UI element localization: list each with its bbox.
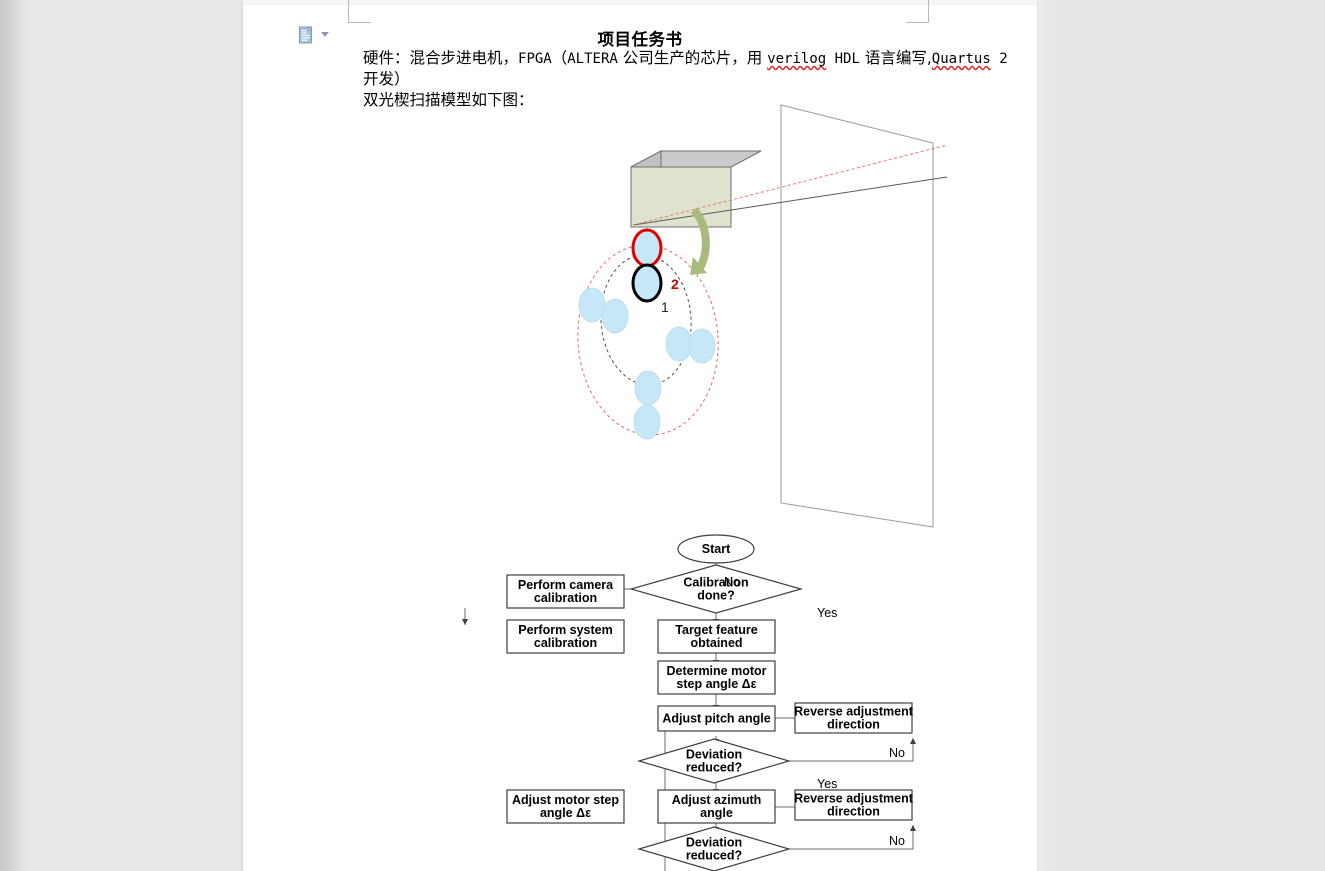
scan-marker-inner — [631, 263, 663, 303]
edge-label: No — [889, 746, 905, 760]
text-run: FPGA — [518, 51, 552, 67]
flowchart-node-sys-calib: Perform system calibration — [506, 619, 625, 654]
node-label: Start — [702, 542, 731, 556]
scan-spot — [688, 328, 716, 364]
document-page: 项目任务书 硬件：混合步进电机，FPGA（ALTERA 公司生产的芯片，用 ve… — [243, 0, 1037, 871]
paragraph-hardware: 硬件：混合步进电机，FPGA（ALTERA 公司生产的芯片，用 verilog … — [363, 48, 1008, 70]
scan-spot — [634, 370, 662, 406]
text-run: verilog — [767, 51, 827, 67]
label-path-2: 2 — [671, 276, 679, 292]
paragraph-hardware-cont: 开发） — [363, 69, 410, 90]
node-label: Adjust pitch angle — [662, 712, 770, 726]
margin-mark-top-right — [906, 0, 929, 23]
scan-marker-outer — [631, 228, 663, 268]
text-run: 公司生产的芯片，用 — [617, 49, 768, 67]
margin-mark-top-left — [348, 0, 371, 23]
flowchart-node-dev-red-1: Deviation reduced? — [636, 738, 792, 784]
text-run: 语言编写, — [859, 49, 932, 67]
flowchart-node-dev-red-2: Deviation reduced? — [636, 826, 792, 871]
edge-label: No — [724, 575, 740, 589]
workspace-right-gutter — [1037, 0, 1325, 871]
scan-spot-group — [578, 287, 716, 440]
text-run: 开发） — [363, 70, 410, 88]
text-run: ALTERA — [567, 51, 618, 67]
node-label: Deviation reduced? — [686, 748, 742, 775]
word-document-viewport: 项目任务书 硬件：混合步进电机，FPGA（ALTERA 公司生产的芯片，用 ve… — [0, 0, 1325, 871]
node-label: Determine motor step angle Δε — [666, 664, 766, 691]
text-run: Quartus — [931, 51, 991, 67]
node-label: Deviation reduced? — [686, 836, 742, 863]
edge-label: No — [889, 834, 905, 848]
flowchart-node-cam-calib: Perform camera calibration — [506, 574, 625, 609]
label-path-1: 1 — [661, 299, 669, 315]
flowchart-node-start: Start — [677, 534, 755, 564]
flowchart-node-adj-motor: Adjust motor step angle Δε — [506, 789, 625, 824]
flowchart-node-calib-done: Calibration done? — [628, 564, 804, 614]
flowchart-node-target-feat: Target feature obtained — [657, 619, 776, 654]
flowchart-node-det-step: Determine motor step angle Δε — [657, 660, 776, 695]
page-title: 项目任务书 — [597, 30, 683, 49]
edge-label: Yes — [817, 606, 837, 620]
scan-spot — [578, 287, 606, 323]
text-run: （ — [551, 49, 568, 67]
scan-spot — [665, 326, 693, 362]
edge-label: Yes — [817, 777, 837, 791]
text-run: HDL — [826, 51, 860, 67]
flowchart-node-rev-dir-2: Reverse adjustment direction — [794, 789, 914, 821]
figure-scanning-model: 2 1 — [343, 104, 963, 535]
flowchart-node-adj-azim: Adjust azimuth angle — [657, 789, 776, 824]
flowchart-node-rev-dir-1: Reverse adjustment direction — [794, 702, 914, 734]
flowchart-node-adj-pitch: Adjust pitch angle — [657, 705, 776, 732]
scan-spot — [601, 298, 629, 334]
scan-spot — [633, 404, 661, 440]
figure-control-flowchart: Start Calibration done? Perform camera calib… — [343, 528, 963, 871]
text-run: 硬件：混合步进电机， — [363, 49, 519, 67]
text-run: 2 — [990, 51, 1008, 67]
